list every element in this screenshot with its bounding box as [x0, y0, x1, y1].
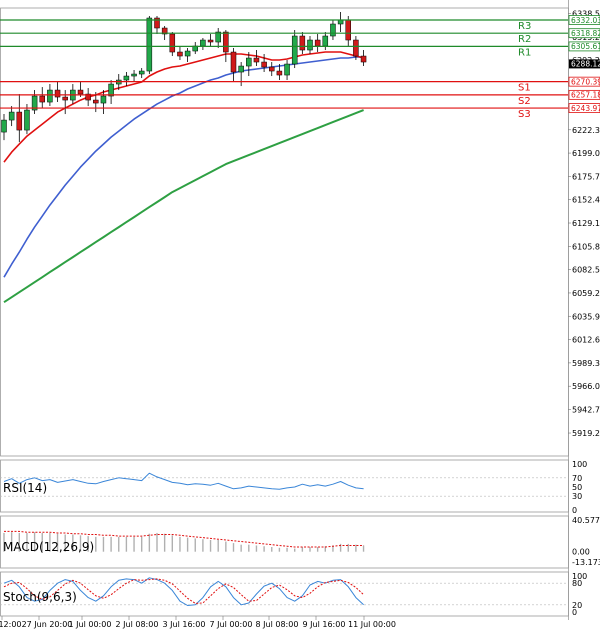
y-tick-label: 6152.40	[572, 196, 600, 205]
rsi-title: RSI(14)	[3, 481, 47, 495]
candle-body	[200, 39, 206, 47]
candle-body	[16, 111, 23, 131]
candle-body	[345, 19, 351, 41]
candle-body	[291, 35, 298, 65]
y-tick-label: 6059.20	[572, 289, 600, 298]
level-label-r3: R3	[518, 21, 531, 32]
candle-body	[39, 95, 45, 103]
stoch-tick-label: 0	[572, 608, 577, 617]
stoch-tick-label: 80	[572, 579, 582, 588]
current-price-label: 6288.12	[571, 60, 600, 69]
rsi-tick-label: 30	[572, 492, 582, 501]
candle-body	[100, 95, 107, 104]
rsi-tick-label: 70	[572, 474, 582, 483]
y-tick-label: 6175.70	[572, 172, 600, 181]
rsi-tick-label: 0	[572, 506, 577, 515]
level-label-s2: S2	[518, 96, 531, 107]
candle-body	[353, 39, 359, 57]
y-tick-label: 6105.80	[572, 242, 600, 251]
candle-body	[337, 19, 344, 25]
candle-body	[230, 51, 237, 73]
x-tick-label: 3 Jul 16:00	[163, 620, 206, 629]
level-tag-text: 6305.61	[571, 42, 600, 51]
rsi-tick-label: 50	[572, 483, 582, 492]
y-tick-label: 6129.10	[572, 219, 600, 228]
candle-body	[47, 89, 53, 103]
rsi-line	[3, 472, 364, 490]
x-tick-label: 9 Jul 16:00	[303, 620, 346, 629]
y-tick-label: 5989.30	[572, 359, 600, 368]
candle-body	[314, 39, 321, 47]
level-label-s1: S1	[518, 83, 531, 94]
level-label-s3: S3	[518, 109, 531, 120]
ma-green-line	[3, 109, 364, 304]
candle-body	[307, 39, 313, 51]
macd-tick-label: 40.577	[572, 516, 600, 525]
candle-body	[146, 17, 153, 72]
y-tick-label: 6012.60	[572, 336, 600, 345]
price-chart: 6338.506315.206292.206268.906245.606222.…	[0, 0, 600, 629]
y-tick-label: 6035.90	[572, 312, 600, 321]
y-tick-label: 5966.00	[572, 382, 600, 391]
macd-title: MACD(12,26,9)	[3, 540, 94, 554]
pane-frame-rsi	[0, 459, 569, 513]
candle-body	[169, 33, 176, 53]
candle-body	[1, 119, 7, 133]
candle-body	[8, 111, 15, 121]
candle-body	[322, 35, 329, 47]
y-tick-label: 5942.70	[572, 406, 600, 415]
x-tick-label: 1 Jul 00:00	[69, 620, 112, 629]
candle-body	[207, 39, 214, 43]
x-tick-label: 11 Jul 00:00	[348, 620, 396, 629]
level-tag-text: 6243.97	[571, 104, 600, 113]
y-tick-label: 5919.20	[572, 429, 600, 438]
level-tag-text: 6257.18	[571, 91, 600, 100]
candle-body	[276, 70, 283, 76]
candle-body	[246, 57, 252, 67]
level-label-r2: R2	[518, 34, 531, 45]
stoch-title: Stoch(9,6,3)	[3, 590, 77, 604]
candle-body	[261, 61, 267, 68]
x-tick-label: 2 Jul 08:00	[116, 620, 159, 629]
level-tag-text: 6332.03	[571, 16, 600, 25]
candle-body	[360, 55, 367, 63]
x-tick-label: 7 Jul 00:00	[210, 620, 253, 629]
candle-body	[284, 63, 290, 76]
candle-body	[24, 109, 30, 131]
candle-body	[330, 23, 336, 37]
ma-red-line	[3, 51, 364, 163]
level-tag-text: 6270.39	[571, 77, 600, 86]
macd-tick-label: -13.173	[572, 558, 600, 567]
x-tick-label: 8 Jul 08:00	[256, 620, 299, 629]
candle-body	[184, 50, 191, 57]
candle-body	[108, 83, 114, 97]
candle-body	[54, 89, 61, 98]
candle-body	[253, 57, 260, 63]
candle-body	[77, 89, 84, 95]
candle-body	[223, 31, 229, 53]
x-tick-label: 12:00	[0, 620, 22, 629]
candle-body	[93, 99, 99, 104]
macd-tick-label: 0.00	[572, 548, 590, 557]
candle-body	[177, 51, 183, 57]
level-tag-text: 6318.82	[571, 29, 600, 38]
x-tick-label: 27 Jun 20:00	[22, 620, 73, 629]
y-tick-label: 6222.30	[572, 126, 600, 135]
candle-body	[238, 65, 244, 73]
candle-body	[123, 75, 130, 81]
y-tick-label: 6082.50	[572, 266, 600, 275]
candle-body	[131, 73, 137, 77]
level-label-r1: R1	[518, 47, 531, 58]
y-tick-label: 6199.00	[572, 149, 600, 158]
candle-body	[138, 70, 145, 75]
candle-body	[299, 35, 306, 51]
candle-body	[62, 96, 68, 101]
candle-body	[269, 66, 275, 72]
rsi-tick-label: 100	[572, 460, 587, 469]
